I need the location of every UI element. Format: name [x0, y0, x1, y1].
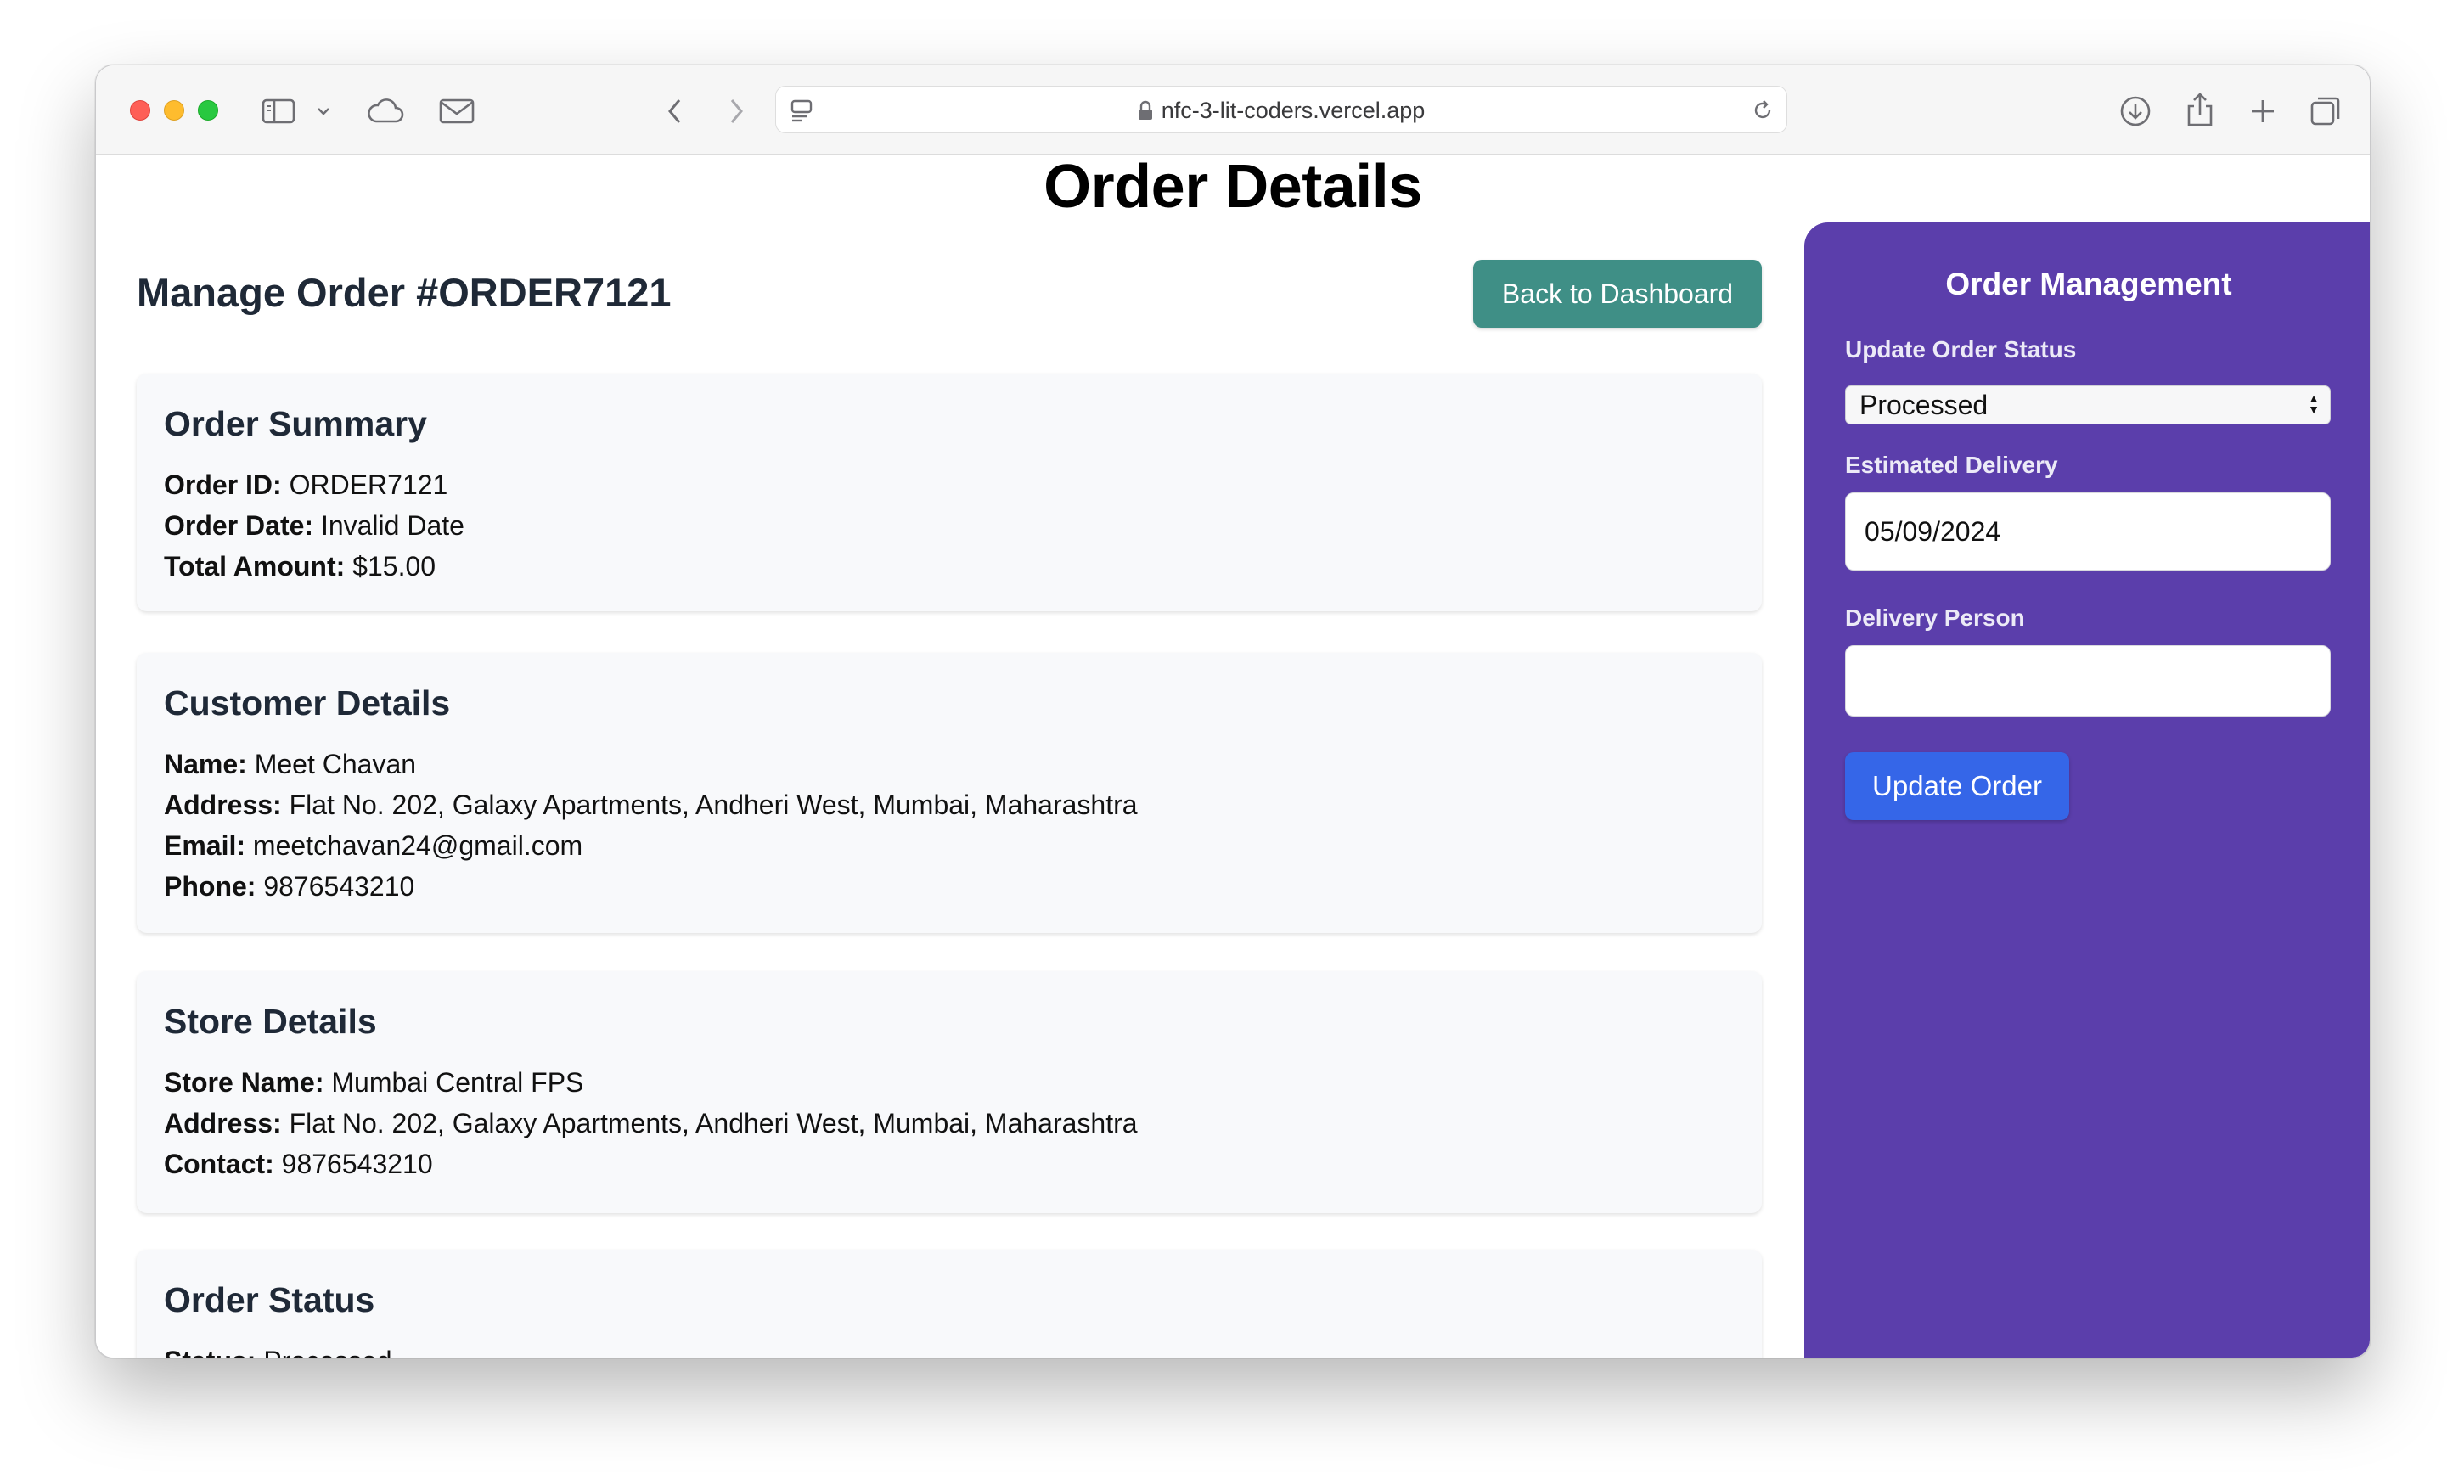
order-date-value: Invalid Date — [320, 510, 464, 541]
order-status-heading: Order Status — [164, 1280, 375, 1319]
order-summary-heading: Order Summary — [164, 404, 427, 443]
customer-details-card: Customer Details Name: Meet Chavan Addre… — [137, 653, 1762, 933]
estimated-delivery-label: Estimated Delivery — [1845, 452, 2058, 478]
new-tab-icon[interactable] — [2244, 93, 2281, 130]
page-viewport: Manage Order #ORDER7121 Back to Dashboar… — [96, 155, 2370, 1358]
desktop: nfc-3-lit-coders.vercel.app Manage Order… — [0, 0, 2464, 1484]
reload-icon[interactable] — [1749, 97, 1776, 124]
customer-email-value: meetchavan24@gmail.com — [252, 830, 583, 861]
status-value: Processed — [263, 1346, 391, 1358]
order-date-row: Order Date: Invalid Date — [164, 505, 1735, 546]
customer-phone-row: Phone: 9876543210 — [164, 866, 1735, 907]
total-amount-value: $15.00 — [352, 551, 436, 582]
url-text: nfc-3-lit-coders.vercel.app — [1161, 97, 1426, 123]
forward-arrow-icon[interactable] — [723, 94, 750, 128]
delivery-person-label: Delivery Person — [1845, 604, 2025, 631]
url-text-container: nfc-3-lit-coders.vercel.app — [776, 87, 1786, 134]
page-title: Order Details — [1044, 155, 1422, 221]
store-details-card: Store Details Store Name: Mumbai Central… — [137, 971, 1762, 1213]
update-order-button[interactable]: Update Order — [1845, 752, 2069, 820]
customer-address-label: Address: — [164, 790, 282, 820]
estimated-delivery-input[interactable]: 05/09/2024 — [1845, 492, 2331, 571]
store-name-row: Store Name: Mumbai Central FPS — [164, 1062, 1735, 1103]
order-date-label: Order Date: — [164, 510, 314, 541]
customer-email-label: Email: — [164, 830, 246, 861]
customer-details-heading: Customer Details — [164, 683, 451, 722]
store-details-heading: Store Details — [164, 1002, 377, 1041]
order-status-card: Order Status Status: Processed — [137, 1250, 1762, 1358]
address-bar[interactable]: nfc-3-lit-coders.vercel.app — [775, 86, 1787, 133]
order-status-select[interactable]: Processed ▲ ▼ — [1845, 385, 2331, 424]
minimize-window-button[interactable] — [164, 100, 184, 121]
store-address-value: Flat No. 202, Galaxy Apartments, Andheri… — [289, 1108, 1138, 1138]
browser-window: nfc-3-lit-coders.vercel.app Manage Order… — [95, 65, 2371, 1358]
browser-toolbar: nfc-3-lit-coders.vercel.app — [96, 65, 2370, 155]
order-id-value: ORDER7121 — [289, 469, 448, 500]
order-management-panel: Order Management Update Order Status Pro… — [1804, 222, 2370, 1358]
icloud-icon[interactable] — [365, 94, 406, 128]
store-address-row: Address: Flat No. 202, Galaxy Apartments… — [164, 1103, 1735, 1144]
chevron-down-icon[interactable] — [315, 103, 332, 120]
store-name-label: Store Name: — [164, 1067, 324, 1098]
close-window-button[interactable] — [130, 100, 150, 121]
delivery-person-input[interactable] — [1845, 645, 2331, 717]
downloads-icon[interactable] — [2117, 93, 2154, 130]
share-icon[interactable] — [2181, 89, 2219, 130]
zoom-window-button[interactable] — [198, 100, 218, 121]
store-address-label: Address: — [164, 1108, 282, 1138]
store-contact-row: Contact: 9876543210 — [164, 1144, 1735, 1184]
customer-email-row: Email: meetchavan24@gmail.com — [164, 825, 1735, 866]
order-management-title: Order Management — [1945, 267, 2232, 301]
status-label: Status: — [164, 1346, 256, 1358]
mail-icon[interactable] — [437, 96, 476, 126]
back-to-dashboard-button[interactable]: Back to Dashboard — [1473, 260, 1762, 328]
tab-overview-icon[interactable] — [2307, 93, 2344, 130]
order-summary-card: Order Summary Order ID: ORDER7121 Order … — [137, 374, 1762, 611]
total-amount-label: Total Amount: — [164, 551, 346, 582]
order-status-selected-value: Processed — [1859, 389, 1989, 420]
select-arrows-icon: ▲ ▼ — [2308, 391, 2320, 416]
back-arrow-icon[interactable] — [661, 94, 689, 128]
sidebar-toggle-icon[interactable] — [260, 96, 297, 126]
customer-address-value: Flat No. 202, Galaxy Apartments, Andheri… — [289, 790, 1138, 820]
customer-name-label: Name: — [164, 749, 247, 779]
store-name-value: Mumbai Central FPS — [331, 1067, 584, 1098]
customer-name-value: Meet Chavan — [254, 749, 417, 779]
estimated-delivery-value: 05/09/2024 — [1865, 515, 2001, 547]
order-id-row: Order ID: ORDER7121 — [164, 464, 1735, 505]
order-id-label: Order ID: — [164, 469, 282, 500]
manage-order-title: Manage Order #ORDER7121 — [137, 270, 672, 315]
customer-address-row: Address: Flat No. 202, Galaxy Apartments… — [164, 784, 1735, 825]
status-row: Status: Processed — [164, 1341, 1735, 1358]
order-main-column: Manage Order #ORDER7121 Back to Dashboar… — [96, 222, 1803, 1358]
store-contact-label: Contact: — [164, 1149, 274, 1179]
customer-phone-label: Phone: — [164, 871, 256, 902]
update-status-label: Update Order Status — [1845, 336, 2077, 363]
total-amount-row: Total Amount: $15.00 — [164, 546, 1735, 587]
lock-icon — [1138, 100, 1153, 121]
store-contact-value: 9876543210 — [281, 1149, 433, 1179]
customer-phone-value: 9876543210 — [263, 871, 415, 902]
customer-name-row: Name: Meet Chavan — [164, 744, 1735, 784]
